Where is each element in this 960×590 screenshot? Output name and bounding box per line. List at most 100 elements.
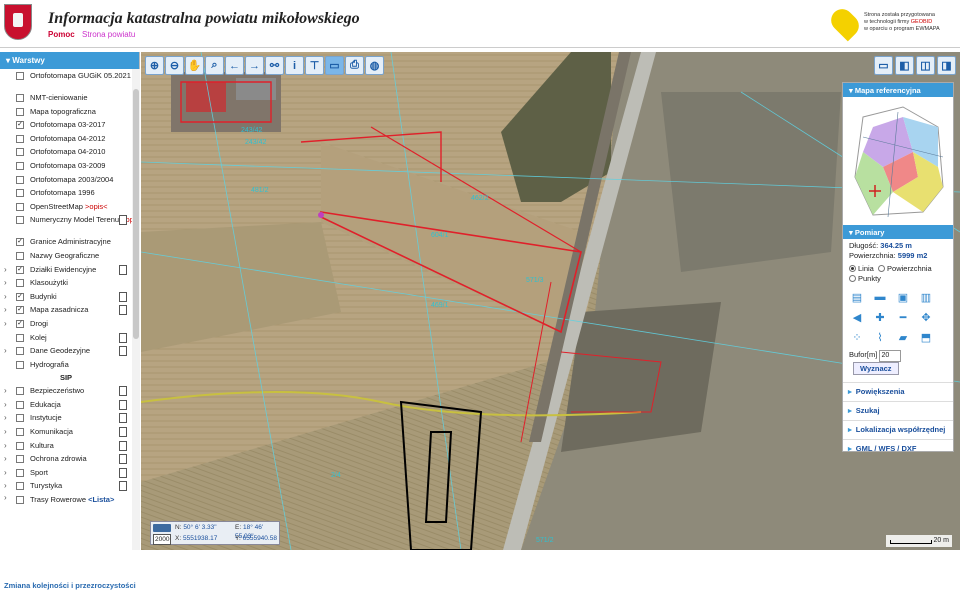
layer-checkbox[interactable] <box>16 251 24 260</box>
layer-description-link[interactable]: >opis< <box>85 202 108 211</box>
scroll-thumb[interactable] <box>133 89 139 339</box>
buffer-input[interactable]: 20 <box>879 350 902 362</box>
accordion-item[interactable]: ▸ GML / WFS / DXF <box>843 439 953 458</box>
add-point-icon[interactable]: ✚ <box>872 310 888 324</box>
mode-line-radio[interactable] <box>849 265 856 272</box>
layer-item[interactable]: › Kultura <box>0 439 132 453</box>
pan-hand-icon[interactable]: ✋ <box>185 56 204 75</box>
layer-checkbox[interactable] <box>16 148 24 157</box>
layer-checkbox[interactable] <box>16 72 24 80</box>
layer-checkbox[interactable]: ✓ <box>16 265 24 274</box>
layer-item[interactable]: NMT-cieniowanie <box>0 91 132 105</box>
layer-item[interactable]: Kolej <box>0 331 132 345</box>
expand-arrow-icon[interactable]: › <box>4 439 7 453</box>
layer-item[interactable]: Ortofotomapa 2003/2004 <box>0 173 132 187</box>
expand-arrow-icon[interactable]: › <box>4 425 7 439</box>
expand-arrow-icon[interactable]: › <box>4 493 7 502</box>
print-icon[interactable]: ⎙ <box>345 56 364 75</box>
document-icon[interactable] <box>119 481 127 492</box>
expand-arrow-icon[interactable]: › <box>4 398 7 412</box>
move-point-icon[interactable]: ✥ <box>918 310 934 324</box>
document-icon[interactable] <box>119 291 127 302</box>
layer-item[interactable]: OpenStreetMap >opis< <box>0 200 132 214</box>
area-icon[interactable]: ▰ <box>895 330 911 344</box>
expand-arrow-icon[interactable]: › <box>4 411 7 425</box>
zoom-in-icon[interactable]: ⊕ <box>145 56 164 75</box>
layer-checkbox[interactable] <box>16 216 24 225</box>
layer-checkbox[interactable] <box>16 189 24 198</box>
expand-arrow-icon[interactable]: › <box>4 290 7 304</box>
layer-checkbox[interactable]: ✓ <box>16 238 24 247</box>
layer-item[interactable]: › Sport <box>0 466 132 480</box>
expand-arrow-icon[interactable]: › <box>4 263 7 277</box>
document-icon[interactable] <box>119 454 127 465</box>
layer-checkbox[interactable] <box>16 428 24 437</box>
arrow-left-icon[interactable]: ◀ <box>849 310 865 324</box>
document-icon[interactable] <box>119 332 127 343</box>
layer-item[interactable]: › Bezpieczeństwo <box>0 384 132 398</box>
map-view[interactable]: 243/42 243/42 462/2 604/1 571/3 571/2 48… <box>141 52 960 550</box>
layer-order-link[interactable]: Zmiana kolejności i przezroczystości <box>4 581 136 590</box>
layer-item[interactable]: › ✓ Budynki <box>0 290 132 304</box>
split-left-icon[interactable]: ◧ <box>895 56 914 75</box>
globe-icon[interactable]: ◍ <box>365 56 384 75</box>
layer-item[interactable]: › Dane Geodezyjne <box>0 344 132 358</box>
layer-item[interactable]: › Trasy Rowerowe <Lista> <box>0 493 132 515</box>
layer-checkbox[interactable]: ✓ <box>16 121 24 130</box>
back-arrow-icon[interactable]: ← <box>225 56 244 75</box>
open-folder-icon[interactable]: ▬ <box>872 290 888 304</box>
layer-item[interactable]: › ✓ Mapa zasadnicza <box>0 303 132 317</box>
line-icon[interactable]: ⌇ <box>872 330 888 344</box>
layer-checkbox[interactable] <box>16 441 24 450</box>
layer-item[interactable]: ✓ Granice Administracyjne <box>0 235 132 249</box>
layers-scrollbar[interactable] <box>132 69 140 550</box>
accordion-item[interactable]: ▸ Lokalizacja współrzędnej <box>843 420 953 439</box>
layer-checkbox[interactable]: ✓ <box>16 319 24 328</box>
layer-item[interactable]: Ortofotomapa 1996 <box>0 186 132 200</box>
layer-item[interactable]: › ✓ Działki Ewidencyjne <box>0 263 132 277</box>
split-both-icon[interactable]: ◫ <box>916 56 935 75</box>
layer-item[interactable]: › ✓ Drogi <box>0 317 132 331</box>
compute-buffer-button[interactable]: Wyznacz <box>853 362 899 375</box>
layer-checkbox[interactable] <box>16 333 24 342</box>
epoch-badge[interactable]: 2000 <box>153 534 172 545</box>
orthophoto-map[interactable]: 243/42 243/42 462/2 604/1 571/3 571/2 48… <box>141 52 960 550</box>
layer-item[interactable]: Ortofotomapa 03-2009 <box>0 159 132 173</box>
document-icon[interactable] <box>119 346 127 357</box>
delete-icon[interactable]: ▥ <box>918 290 934 304</box>
layer-checkbox[interactable] <box>16 279 24 288</box>
document-icon[interactable] <box>119 386 127 397</box>
measurements-header[interactable]: ▾ Pomiary <box>843 225 953 239</box>
layer-checkbox[interactable] <box>16 161 24 170</box>
expand-arrow-icon[interactable]: › <box>4 452 7 466</box>
layer-item[interactable]: Ortofotomapa 04-2012 <box>0 132 132 146</box>
layer-checkbox[interactable] <box>16 347 24 356</box>
layer-item[interactable]: › Edukacja <box>0 398 132 412</box>
layer-item[interactable]: Ortofotomapa 04-2010 <box>0 145 132 159</box>
expand-arrow-icon[interactable]: › <box>4 317 7 331</box>
layer-checkbox[interactable] <box>16 202 24 211</box>
layer-checkbox[interactable]: ✓ <box>16 292 24 301</box>
remove-point-icon[interactable]: ━ <box>895 310 911 324</box>
document-icon[interactable] <box>119 467 127 478</box>
layer-checkbox[interactable] <box>16 175 24 184</box>
volume-icon[interactable]: ⬒ <box>918 330 934 344</box>
layer-checkbox[interactable] <box>16 455 24 464</box>
points-icon[interactable]: ⁘ <box>849 330 865 344</box>
accordion-item[interactable]: ▸ Szukaj <box>843 401 953 420</box>
accordion-item[interactable]: ▸ Powiększenia <box>843 382 953 401</box>
reference-map[interactable] <box>843 97 953 225</box>
layer-checkbox[interactable] <box>16 107 24 116</box>
zoom-box-icon[interactable]: ⌕ <box>205 56 224 75</box>
expand-arrow-icon[interactable]: › <box>4 344 7 358</box>
document-icon[interactable] <box>119 399 127 410</box>
layers-panel-header[interactable]: ▾ Warstwy <box>0 52 139 69</box>
layer-item[interactable]: Nazwy Geograficzne <box>0 249 132 263</box>
info-icon[interactable]: i <box>285 56 304 75</box>
help-link[interactable]: Pomoc <box>48 30 75 39</box>
document-icon[interactable] <box>119 305 127 316</box>
document-icon[interactable] <box>119 413 127 424</box>
layer-item[interactable]: Mapa topograficzna <box>0 105 132 119</box>
expand-arrow-icon[interactable]: › <box>4 303 7 317</box>
save-icon[interactable]: ▣ <box>895 290 911 304</box>
